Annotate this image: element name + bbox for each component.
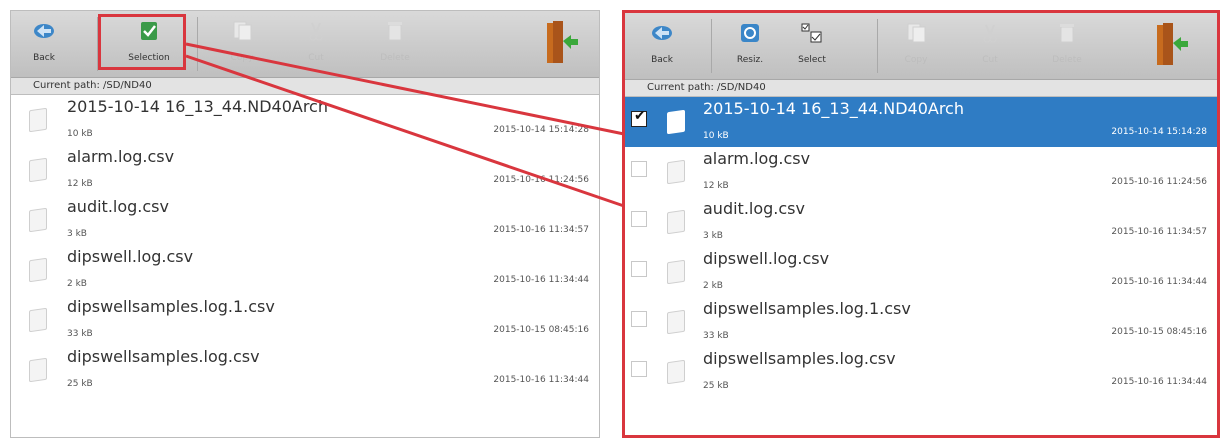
callout-line-to-checkbox xyxy=(185,54,625,208)
callout-line-to-checked-row xyxy=(185,42,625,136)
annotation-callout-lines xyxy=(185,42,625,208)
